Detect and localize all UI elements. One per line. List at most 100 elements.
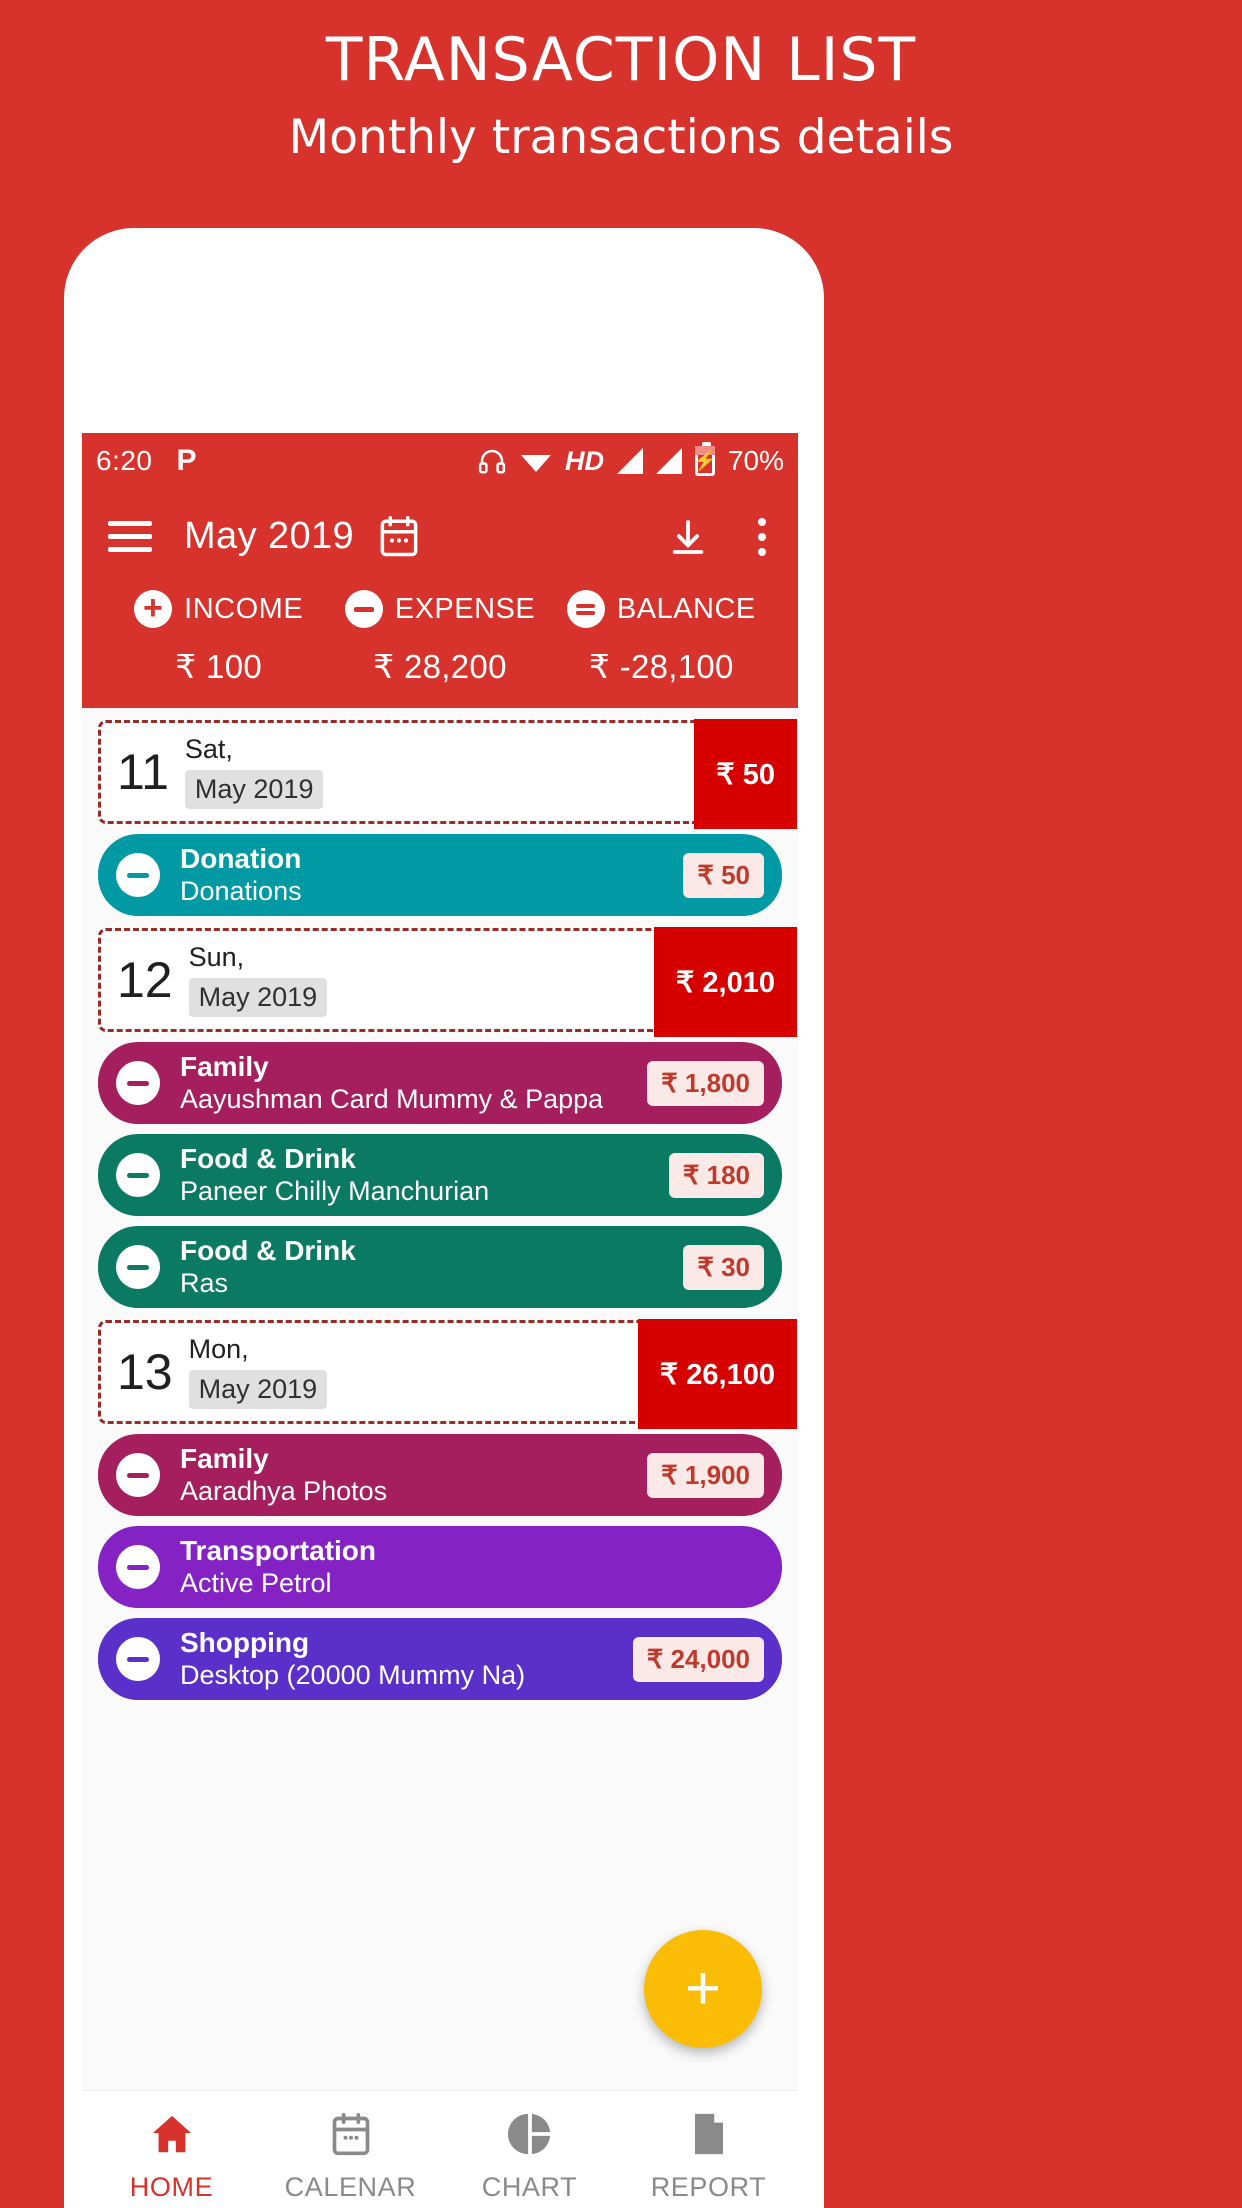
page-root: TRANSACTION LIST Monthly transactions de… xyxy=(0,0,1242,2208)
summary-expense-value: ₹ 28,200 xyxy=(373,648,507,685)
nav-item-report[interactable]: REPORT xyxy=(619,2091,798,2208)
transaction-note: Aaradhya Photos xyxy=(180,1475,388,1506)
status-bar: 6:20 P HD ⚡ 70% xyxy=(82,433,798,489)
transaction-note: Donations xyxy=(180,875,302,906)
transaction-amount: ₹ 24,000 xyxy=(632,1636,764,1682)
app-bar-top: May 2019 xyxy=(108,513,772,560)
nav-item-label: CHART xyxy=(481,2172,578,2202)
summary-expense-label: EXPENSE xyxy=(394,592,536,625)
day-total-badge: ₹ 2,010 xyxy=(653,927,797,1037)
calendar-icon xyxy=(329,2106,373,2158)
day-label: Mon, May 2019 xyxy=(188,1333,328,1410)
add-icon: + xyxy=(684,1954,722,2024)
transaction-row[interactable]: Shopping Desktop (20000 Mummy Na) ₹ 24,000 xyxy=(98,1618,782,1700)
wifi-icon xyxy=(520,448,552,474)
summary-income-label: INCOME xyxy=(184,592,304,625)
minus-circle-icon xyxy=(116,1061,160,1105)
home-icon xyxy=(148,2106,196,2158)
minus-circle-icon xyxy=(116,1545,160,1589)
add-transaction-fab[interactable]: + xyxy=(644,1930,762,2048)
app-bar: May 2019 + INCOME ₹ 100 EXPENSE ₹ 28,200… xyxy=(82,489,798,708)
transaction-text: Donation Donations xyxy=(180,843,302,908)
day-of-week: Sat, xyxy=(184,733,233,764)
day-header[interactable]: 13 Mon, May 2019 ₹ 26,100 xyxy=(98,1319,797,1429)
transaction-row[interactable]: Family Aaradhya Photos ₹ 1,900 xyxy=(98,1434,782,1516)
minus-circle-icon xyxy=(116,1153,160,1197)
transaction-amount: ₹ 50 xyxy=(683,852,764,898)
headphones-icon xyxy=(477,446,507,476)
transaction-category: Family xyxy=(180,1442,269,1474)
minus-circle-icon xyxy=(116,1245,160,1289)
summary-expense: EXPENSE ₹ 28,200 xyxy=(329,590,550,686)
summary-balance-value: ₹ -28,100 xyxy=(588,648,734,685)
day-group: 11 Sat, May 2019 ₹ 50 Donation Donations ₹ 50 xyxy=(82,708,798,916)
transaction-text: Family Aaradhya Photos xyxy=(180,1443,387,1508)
day-month-year: May 2019 xyxy=(184,770,324,810)
transaction-note: Ras xyxy=(180,1267,229,1298)
month-title[interactable]: May 2019 xyxy=(184,515,354,558)
day-label: Sat, May 2019 xyxy=(184,733,324,810)
more-vertical-icon[interactable] xyxy=(752,517,772,556)
transaction-category: Food & Drink xyxy=(180,1234,356,1266)
promo-subtitle: Monthly transactions details xyxy=(288,110,954,165)
hamburger-menu-icon[interactable] xyxy=(108,513,152,560)
transaction-text: Transportation Active Petrol xyxy=(180,1535,376,1600)
transaction-row[interactable]: Family Aayushman Card Mummy & Pappa ₹ 1,80… xyxy=(98,1042,782,1124)
transaction-category: Food & Drink xyxy=(180,1142,356,1174)
transaction-list[interactable]: 11 Sat, May 2019 ₹ 50 Donation Donations ₹ 50 1… xyxy=(82,708,798,1704)
summary-balance-label: BALANCE xyxy=(616,592,756,625)
day-number: 13 xyxy=(117,1344,173,1400)
transaction-row[interactable]: Food & Drink Ras ₹ 30 xyxy=(98,1226,782,1308)
summary-income: + INCOME ₹ 100 xyxy=(108,590,329,686)
transaction-amount: ₹ 180 xyxy=(668,1152,764,1198)
promo-title: TRANSACTION LIST xyxy=(325,25,917,95)
transaction-amount: ₹ 1,900 xyxy=(647,1452,764,1498)
day-number: 12 xyxy=(117,952,173,1008)
calendar-icon[interactable] xyxy=(378,515,420,559)
day-header[interactable]: 12 Sun, May 2019 ₹ 2,010 xyxy=(98,927,797,1037)
hd-icon: HD xyxy=(564,445,604,476)
day-group: 12 Sun, May 2019 ₹ 2,010 Family Aayushman Car… xyxy=(82,916,798,1308)
transaction-category: Family xyxy=(180,1050,269,1082)
day-total-badge: ₹ 50 xyxy=(694,719,797,829)
transaction-amount: ₹ 30 xyxy=(683,1244,764,1290)
transaction-amount: ₹ 1,800 xyxy=(647,1060,764,1106)
nav-item-calenar[interactable]: CALENAR xyxy=(261,2091,440,2208)
plus-circle-icon: + xyxy=(134,590,173,628)
battery-percent: 70% xyxy=(727,445,784,476)
nav-item-label: CALENAR xyxy=(284,2172,417,2202)
summary-income-value: ₹ 100 xyxy=(175,648,263,685)
nav-item-label: HOME xyxy=(129,2172,214,2202)
transaction-row[interactable]: Transportation Active Petrol xyxy=(98,1526,782,1608)
day-label: Sun, May 2019 xyxy=(188,941,328,1018)
equals-circle-icon xyxy=(566,590,605,628)
transaction-text: Food & Drink Paneer Chilly Manchurian xyxy=(180,1143,489,1208)
transaction-category: Transportation xyxy=(180,1534,377,1566)
transaction-note: Active Petrol xyxy=(180,1567,332,1598)
day-month-year: May 2019 xyxy=(188,1370,328,1410)
day-total-badge: ₹ 26,100 xyxy=(637,1319,797,1429)
minus-circle-icon xyxy=(116,1637,160,1681)
nav-item-chart[interactable]: CHART xyxy=(440,2091,619,2208)
battery-charging-icon: ⚡ xyxy=(693,442,717,476)
transaction-note: Desktop (20000 Mummy Na) xyxy=(180,1659,526,1690)
transaction-note: Paneer Chilly Manchurian xyxy=(180,1175,490,1206)
document-icon xyxy=(688,2106,730,2158)
transaction-row[interactable]: Donation Donations ₹ 50 xyxy=(98,834,782,916)
nav-item-home[interactable]: HOME xyxy=(82,2091,261,2208)
transaction-note: Aayushman Card Mummy & Pappa xyxy=(180,1083,604,1114)
transaction-category: Donation xyxy=(180,842,302,874)
phone-screen: 6:20 P HD ⚡ 70% May 2019 + INCOME ₹ 100 … xyxy=(82,433,798,2208)
summary-income-head: + INCOME xyxy=(108,590,329,628)
bottom-navigation[interactable]: HOME CALENAR CHART REPORT xyxy=(82,2090,798,2208)
download-icon[interactable] xyxy=(668,516,708,558)
signal-icon xyxy=(655,448,682,474)
day-of-week: Sun, xyxy=(188,941,245,972)
day-of-week: Mon, xyxy=(188,1333,249,1364)
app-badge-icon: P xyxy=(176,444,197,477)
summary-balance: BALANCE ₹ -28,100 xyxy=(551,590,772,686)
status-icons: HD ⚡ 70% xyxy=(477,442,784,477)
transaction-row[interactable]: Food & Drink Paneer Chilly Manchurian ₹ 18… xyxy=(98,1134,782,1216)
minus-circle-icon xyxy=(116,853,160,897)
day-header[interactable]: 11 Sat, May 2019 ₹ 50 xyxy=(98,719,797,829)
